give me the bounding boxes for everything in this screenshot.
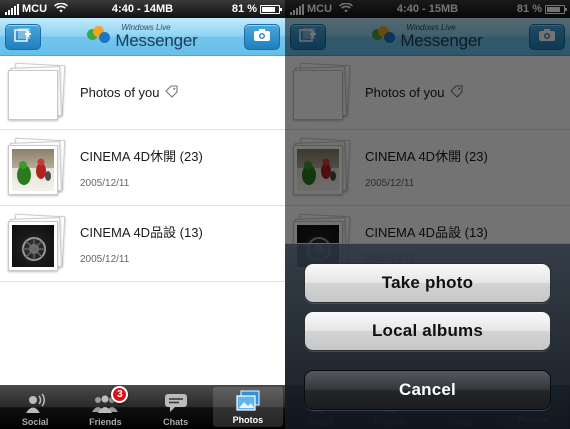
cancel-button[interactable]: Cancel: [304, 370, 551, 410]
screens: MCU 4:40 - 14MB 81 % Windows Live Messen…: [0, 0, 570, 429]
messenger-logo: Windows Live Messenger: [87, 24, 198, 50]
camera-icon: [253, 28, 271, 47]
tab-label: Chats: [163, 417, 189, 427]
album-cover-photo: [12, 148, 54, 191]
album-thumbnail: [8, 213, 66, 273]
battery-indicator: 81 %: [231, 3, 282, 15]
album-thumbnail: [8, 62, 66, 122]
album-row-cinema-1[interactable]: CINEMA 4D休開 (23) 2005/12/11: [0, 130, 285, 206]
chat-bubble-icon: [164, 391, 188, 415]
album-row-cinema-2[interactable]: CINEMA 4D品設 (13) 2005/12/11: [0, 206, 285, 282]
add-photo-icon: [14, 27, 32, 48]
album-thumbnail: [8, 137, 66, 197]
tab-bar: Social 3 Friends Chats Photos: [0, 385, 285, 429]
tab-label: Friends: [89, 417, 122, 427]
album-list: Photos of you: [0, 56, 285, 282]
tab-label: Photos: [232, 415, 264, 425]
battery-icon: [260, 4, 282, 14]
phone-screen-action-sheet: MCU 4:40 - 15MB 81 %: [285, 0, 570, 429]
wifi-icon: [54, 2, 69, 16]
album-title: CINEMA 4D休開 (23): [80, 149, 203, 164]
tab-photos[interactable]: Photos: [212, 387, 283, 427]
tab-label: Social: [21, 417, 49, 427]
tab-chats[interactable]: Chats: [141, 385, 211, 429]
social-icon: [24, 391, 46, 415]
photos-icon: [235, 389, 261, 413]
album-title: Photos of you: [80, 85, 160, 100]
status-bar: MCU 4:40 - 14MB 81 %: [0, 0, 285, 18]
nav-bar: Windows Live Messenger: [0, 18, 285, 56]
brand-large: Messenger: [115, 31, 198, 50]
signal-bars-icon: [5, 3, 19, 15]
album-row-photos-of-you[interactable]: Photos of you: [0, 56, 285, 130]
take-photo-button[interactable]: Take photo: [304, 263, 551, 303]
album-date: 2005/12/11: [80, 178, 130, 189]
tab-social[interactable]: Social: [0, 385, 70, 429]
friends-badge: 3: [111, 386, 129, 403]
add-photo-button[interactable]: [5, 24, 41, 50]
tab-friends[interactable]: 3 Friends: [70, 385, 140, 429]
local-albums-button[interactable]: Local albums: [304, 311, 551, 351]
tag-icon: [164, 84, 178, 101]
action-sheet: Take photo Local albums Cancel: [285, 243, 570, 429]
album-cover-photo: [12, 224, 54, 267]
carrier-label: MCU: [22, 3, 48, 15]
album-title: CINEMA 4D品設 (13): [80, 225, 203, 240]
album-date: 2005/12/11: [80, 254, 130, 265]
phone-screen-photos: MCU 4:40 - 14MB 81 % Windows Live Messen…: [0, 0, 285, 429]
camera-button[interactable]: [244, 24, 280, 50]
buddy-logo-icon: [87, 25, 111, 48]
battery-percent: 81 %: [231, 3, 257, 15]
